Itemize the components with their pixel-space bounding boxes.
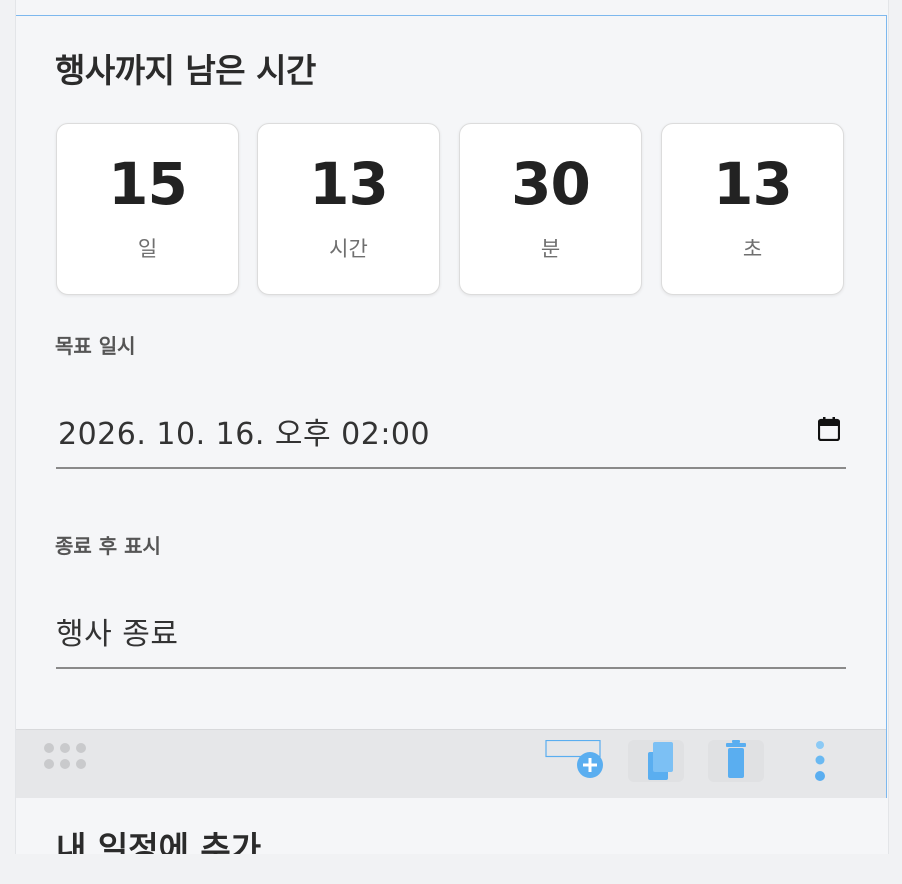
- target-datetime-label: 목표 일시: [55, 334, 136, 358]
- seconds-value: 13: [713, 150, 793, 218]
- seconds-unit: 초: [742, 237, 763, 261]
- days-value: 15: [108, 150, 188, 218]
- copy-icon: [648, 742, 673, 780]
- after-end-value[interactable]: 행사 종료: [56, 609, 178, 653]
- hours-card: 13 시간: [257, 123, 440, 295]
- calendar-icon[interactable]: [818, 417, 840, 441]
- after-end-field[interactable]: 행사 종료: [56, 597, 846, 669]
- after-end-label: 종료 후 표시: [55, 534, 161, 558]
- target-datetime-field[interactable]: 2026. 10. 16. 오후 02:00: [56, 397, 846, 469]
- editor-canvas: 행사까지 남은 시간 15 일 13 시간 30 분 13 초 목표 일시 20…: [15, 0, 889, 854]
- next-section-title: 내 일정에 추가: [56, 829, 262, 854]
- block-toolbar: [16, 729, 886, 798]
- drag-handle-icon[interactable]: [44, 743, 86, 771]
- more-button[interactable]: [796, 740, 846, 782]
- hours-value: 13: [309, 150, 389, 218]
- add-block-icon: [545, 739, 603, 778]
- delete-button[interactable]: [708, 740, 764, 782]
- countdown-block[interactable]: 행사까지 남은 시간 15 일 13 시간 30 분 13 초 목표 일시 20…: [16, 15, 887, 798]
- add-block-button[interactable]: [544, 739, 603, 782]
- countdown-title: 행사까지 남은 시간: [55, 51, 316, 90]
- hours-unit: 시간: [329, 237, 368, 261]
- minutes-unit: 분: [540, 237, 561, 261]
- minutes-card: 30 분: [459, 123, 642, 295]
- days-unit: 일: [137, 237, 158, 261]
- more-vertical-icon: [815, 741, 825, 781]
- trash-icon: [726, 740, 746, 778]
- days-card: 15 일: [56, 123, 239, 295]
- copy-button[interactable]: [628, 740, 684, 782]
- seconds-card: 13 초: [661, 123, 844, 295]
- minutes-value: 30: [511, 150, 591, 218]
- target-datetime-value[interactable]: 2026. 10. 16. 오후 02:00: [58, 409, 430, 453]
